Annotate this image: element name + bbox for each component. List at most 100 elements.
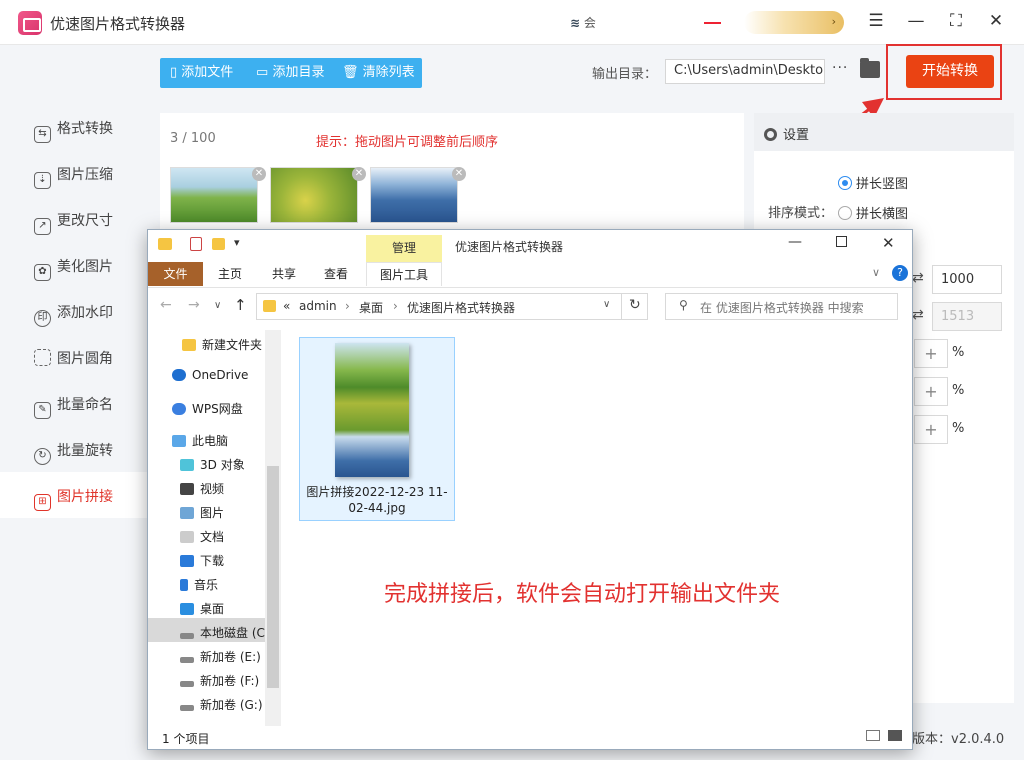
address-bar[interactable]: « admin › 桌面 › 优速图片格式转换器 ∨ ↻ (256, 293, 648, 320)
help-icon[interactable]: ? (892, 265, 908, 281)
add-file-label: 添加文件 (181, 65, 234, 80)
trash-icon: 🗑 (342, 65, 359, 80)
minimize-icon[interactable]: — (788, 234, 802, 250)
nav-label: 图片 (200, 506, 225, 520)
new-folder-icon[interactable] (212, 238, 225, 250)
ribbon-tabs (148, 262, 912, 288)
fullscreen-icon[interactable]: ⛶ (946, 11, 966, 31)
maximize-icon[interactable] (836, 236, 847, 247)
add-dir-button[interactable]: ▭ 添加目录 (256, 58, 324, 88)
menu-icon[interactable]: ☰ (866, 11, 886, 31)
file-explorer-window: ▾ 管理 优速图片格式转换器 — ✕ 文件 主页 共享 查看 图片工具 ∨ ? … (147, 229, 913, 750)
tab-home[interactable]: 主页 (218, 262, 242, 286)
tab-picture-tools[interactable]: 图片工具 (366, 262, 442, 286)
vip-icon: ≋ (570, 16, 581, 30)
vip-badge[interactable]: ≋ 会 (570, 14, 596, 31)
more-options-icon[interactable]: ··· (832, 60, 848, 76)
drag-hint: 提示：拖动图片可调整前后顺序 (316, 135, 499, 150)
sidebar-item-rename[interactable]: ✎ 批量命名 (0, 380, 150, 426)
forward-icon[interactable]: → (188, 297, 200, 313)
back-icon[interactable]: ← (160, 297, 172, 313)
tab-file[interactable]: 文件 (148, 262, 203, 286)
breadcrumb-folder[interactable]: 优速图片格式转换器 (407, 299, 515, 316)
swap-icon[interactable]: ⇄ (912, 270, 924, 286)
settings-header: 设置 (754, 113, 1014, 151)
open-folder-icon[interactable] (860, 58, 880, 78)
sidebar-item-compress[interactable]: ⇣ 图片压缩 (0, 150, 150, 196)
close-icon[interactable]: ✕ (882, 234, 895, 252)
image-thumbnail[interactable] (170, 167, 258, 223)
refresh-icon[interactable]: ↻ (629, 297, 641, 313)
sidebar-item-resize[interactable]: ↗ 更改尺寸 (0, 196, 150, 242)
increment-button[interactable]: + (914, 339, 948, 368)
close-icon[interactable]: ✕ (986, 11, 1006, 31)
music-icon (180, 579, 188, 591)
breadcrumb-overflow[interactable]: « (283, 299, 290, 313)
tab-view[interactable]: 查看 (324, 262, 348, 286)
sidebar-item-stitch[interactable]: ⊞ 图片拼接 (0, 472, 150, 518)
nav-label: 新建文件夹 (202, 338, 263, 352)
details-view-icon[interactable] (866, 730, 880, 741)
image-thumbnail[interactable] (270, 167, 358, 223)
file-icon: ▯ (170, 65, 178, 80)
up-icon[interactable]: ↑ (234, 296, 247, 314)
tab-share[interactable]: 共享 (272, 262, 296, 286)
breadcrumb-admin[interactable]: admin (299, 299, 337, 313)
nav-item-local-disk-c[interactable]: 本地磁盘 (C (180, 624, 266, 641)
increment-button[interactable]: + (914, 377, 948, 406)
nav-label: 新加卷 (G:) (200, 698, 263, 712)
width-input[interactable]: 1000 (932, 265, 1002, 294)
chevron-down-icon[interactable]: ∨ (603, 299, 610, 310)
sidebar-item-label: 批量旋转 (57, 443, 113, 459)
gear-icon (764, 128, 777, 141)
increment-button[interactable]: + (914, 415, 948, 444)
output-dir-input[interactable]: C:\Users\admin\Deskto (665, 59, 825, 84)
image-thumbnail[interactable] (370, 167, 458, 223)
radio-vertical-label: 拼长竖图 (856, 177, 909, 192)
sidebar-item-label: 图片拼接 (57, 489, 113, 505)
sidebar-item-beautify[interactable]: ✿ 美化图片 (0, 242, 150, 288)
sidebar-item-format[interactable]: ⇆ 格式转换 (0, 104, 150, 150)
sidebar-item-rounded[interactable]: 图片圆角 (0, 334, 150, 380)
radio-vertical[interactable]: 拼长竖图 (838, 173, 908, 192)
percent-unit: % (952, 383, 965, 398)
version-label: 版本：v2.0.4.0 (912, 732, 1005, 747)
properties-icon[interactable] (190, 237, 202, 251)
minimize-icon[interactable]: — (906, 11, 926, 31)
remove-image-icon[interactable]: ✕ (252, 167, 266, 181)
quick-access-dropdown-icon[interactable]: ▾ (234, 236, 240, 249)
file-toolbar: ▯ 添加文件 ▭ 添加目录 🗑 清除列表 (160, 58, 422, 88)
sidebar-item-rotate[interactable]: ↻ 批量旋转 (0, 426, 150, 472)
radio-horizontal-label: 拼长横图 (856, 207, 909, 222)
swap-icon[interactable]: ⇄ (912, 307, 924, 323)
nav-label: 桌面 (200, 602, 225, 616)
chevron-right-icon: › (345, 299, 350, 313)
remove-image-icon[interactable]: ✕ (452, 167, 466, 181)
radio-horizontal[interactable]: 拼长横图 (838, 203, 908, 222)
settings-title: 设置 (783, 128, 810, 143)
clear-list-label: 清除列表 (362, 65, 415, 80)
tab-manage[interactable]: 管理 (366, 235, 442, 262)
picture-icon (180, 507, 194, 519)
radio-icon (838, 206, 852, 220)
nav-scrollbar-thumb[interactable] (267, 466, 279, 688)
recent-locations-icon[interactable]: ∨ (214, 300, 221, 311)
account-pill[interactable]: › (744, 11, 844, 34)
nav-label: 下载 (200, 554, 225, 568)
add-file-button[interactable]: ▯ 添加文件 (170, 58, 233, 88)
add-dir-label: 添加目录 (272, 65, 325, 80)
file-name-label: 图片拼接2022-12-23 11-02-44.jpg (306, 485, 448, 515)
sidebar-item-watermark[interactable]: 印添加水印 (0, 288, 150, 334)
notice-mark (704, 22, 721, 24)
radio-icon (838, 176, 852, 190)
remove-image-icon[interactable]: ✕ (352, 167, 366, 181)
rounded-corner-icon (34, 349, 51, 366)
search-input[interactable]: 在 优速图片格式转换器 中搜索 (665, 293, 898, 320)
stitch-icon: ⊞ (34, 494, 51, 511)
breadcrumb-desktop[interactable]: 桌面 (359, 299, 383, 316)
sidebar-item-label: 批量命名 (57, 397, 113, 413)
large-icons-view-icon[interactable] (888, 730, 902, 741)
clear-list-button[interactable]: 🗑 清除列表 (342, 58, 415, 88)
ribbon-expand-icon[interactable]: ∨ (872, 266, 880, 279)
folder-icon (263, 300, 276, 312)
